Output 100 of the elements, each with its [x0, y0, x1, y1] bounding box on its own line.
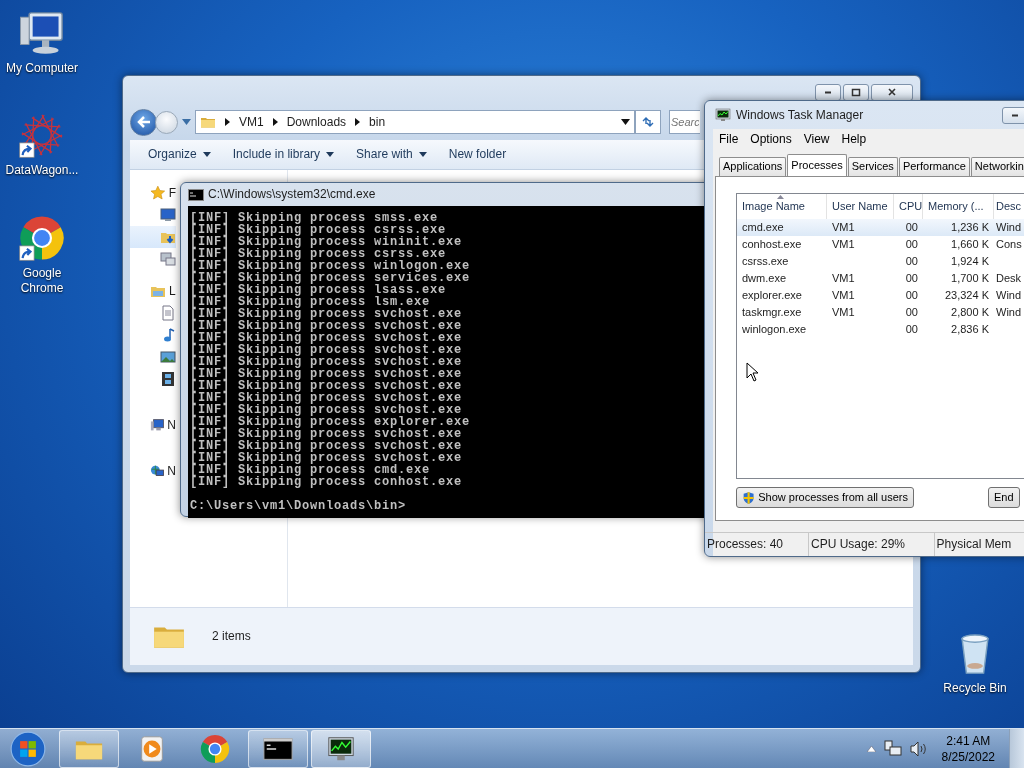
console-line: [INF] Skipping process svchost.exe: [190, 380, 463, 392]
table-cell-text: 1,924 K: [950, 253, 990, 269]
back-button[interactable]: [130, 108, 157, 136]
table-cell-text: Wind: [995, 287, 1023, 303]
console-line: [INF] Skipping process svchost.exe: [190, 452, 463, 464]
close-icon: [886, 87, 898, 97]
table-cell[interactable]: conhost.exe: [737, 236, 827, 253]
menu-item[interactable]: Help: [835, 131, 873, 147]
tab[interactable]: Processes: [787, 154, 847, 176]
starburst-icon[interactable]: [19, 112, 65, 158]
status-text: CPU Usage: 29%: [808, 533, 935, 556]
minimize-button[interactable]: [1002, 106, 1024, 124]
clock-date: 8/25/2022: [941, 748, 995, 765]
tab[interactable]: Networkin: [970, 157, 1024, 176]
dialog-button[interactable]: End: [988, 487, 1020, 508]
window-title: Windows Task Manager: [736, 107, 864, 123]
item-count: 2 items: [212, 629, 251, 644]
back-arrow-icon: [135, 115, 152, 129]
table-cell: Wind: [994, 219, 1024, 236]
icon-label[interactable]: DataWagon...: [5, 163, 79, 178]
picture-icon[interactable]: [160, 349, 176, 365]
breadcrumb-arrow-icon[interactable]: [225, 118, 230, 126]
toolbar-button[interactable]: Share with: [356, 145, 427, 164]
browser-icon[interactable]: [19, 215, 65, 261]
console-line: [INF] Skipping process svchost.exe: [190, 308, 463, 320]
nav-item[interactable]: N: [130, 460, 176, 482]
taskbar-button[interactable]: [248, 729, 308, 768]
console-line: [INF] Skipping process csrss.exe: [190, 224, 447, 236]
film-icon[interactable]: [160, 371, 176, 387]
table-cell-text: VM1: [831, 304, 856, 320]
tab[interactable]: Services: [847, 157, 898, 176]
menu-item[interactable]: File: [713, 131, 745, 147]
monitor-graph-icon: [715, 108, 731, 122]
volume-icon[interactable]: [909, 740, 928, 757]
breadcrumb-arrow-icon[interactable]: [355, 118, 361, 126]
tab[interactable]: Applications: [719, 157, 787, 176]
breadcrumb-arrow-icon[interactable]: [272, 118, 278, 126]
network-icon[interactable]: [150, 463, 165, 479]
table-cell[interactable]: cmd.exe: [737, 219, 827, 236]
table-cell: 00: [894, 219, 923, 236]
table-cell[interactable]: dwm.exe: [737, 270, 827, 287]
minimize-button[interactable]: [815, 83, 841, 101]
computer-icon[interactable]: [150, 417, 165, 433]
star-icon[interactable]: [150, 185, 166, 201]
nav-label[interactable]: N: [167, 417, 176, 433]
table-cell-text: 00: [904, 321, 919, 337]
monitor-icon[interactable]: [19, 10, 65, 56]
icon-label[interactable]: My Computer: [6, 61, 78, 76]
console-line: [INF] Skipping process svchost.exe: [190, 404, 463, 416]
console-line: [INF] Skipping process lsm.exe: [190, 296, 431, 308]
address-bar[interactable]: VM1 Downloads bin: [195, 110, 635, 134]
document-icon[interactable]: [160, 305, 176, 321]
nav-label[interactable]: F: [168, 185, 176, 201]
caret-icon[interactable]: [621, 119, 630, 125]
refresh-icon: [641, 116, 655, 128]
maximize-button[interactable]: [843, 83, 869, 101]
table-cell[interactable]: winlogon.exe: [737, 321, 827, 338]
menu-item[interactable]: Options: [744, 131, 798, 147]
icon-label[interactable]: Recycle Bin: [943, 681, 1007, 696]
table-cell-text: 23,324 K: [943, 287, 990, 303]
nav-item[interactable]: N: [130, 414, 176, 436]
command-prompt[interactable]: C:\Users\vm1\Downloads\bin>: [190, 500, 407, 512]
refresh-button[interactable]: [635, 110, 661, 134]
console-line: [INF] Skipping process svchost.exe: [190, 344, 463, 356]
toolbar-button[interactable]: Include in library: [232, 145, 335, 164]
menu-item[interactable]: View: [797, 131, 836, 147]
table-cell-text: 00: [904, 253, 919, 269]
table-cell-text: 00: [904, 236, 919, 252]
taskbar-button[interactable]: [311, 729, 371, 768]
console-line: [INF] Skipping process explorer.exe: [190, 416, 471, 428]
table-cell[interactable]: csrss.exe: [737, 253, 827, 270]
table-cell-text: VM1: [831, 287, 856, 303]
breadcrumb-link[interactable]: bin: [369, 114, 386, 130]
browser-icon: [200, 733, 230, 764]
search-field[interactable]: Searc: [669, 110, 700, 134]
breadcrumb-link[interactable]: Downloads: [286, 114, 347, 130]
icon-label[interactable]: Google Chrome: [0, 266, 84, 296]
table-cell-text: 1,700 K: [950, 270, 990, 286]
dialog-button[interactable]: Show processes from all users: [736, 487, 914, 508]
tab[interactable]: Performance: [898, 157, 970, 176]
clock-button[interactable]: 2:41 AM 8/25/2022: [935, 732, 1001, 765]
tray-arrow-icon[interactable]: [866, 745, 876, 752]
close-button[interactable]: [871, 83, 913, 101]
computer-icon[interactable]: [160, 251, 176, 267]
table-cell-text: Wind: [995, 304, 1023, 320]
table-cell: 1,236 K: [923, 219, 994, 236]
breadcrumb-link[interactable]: VM1: [239, 114, 264, 130]
window-title: C:\Windows\system32\cmd.exe: [208, 187, 376, 202]
nav-item[interactable]: F: [130, 182, 176, 204]
nav-label[interactable]: L: [169, 283, 176, 299]
console-line: [INF] Skipping process svchost.exe: [190, 392, 463, 404]
console-line: [INF] Skipping process svchost.exe: [190, 440, 463, 452]
screen-icon[interactable]: [160, 207, 176, 223]
toolbar-button[interactable]: New folder: [448, 145, 507, 164]
table-cell[interactable]: explorer.exe: [737, 287, 827, 304]
toolbar-button[interactable]: Organize: [148, 145, 211, 164]
network-icon[interactable]: [883, 739, 902, 758]
nav-label[interactable]: N: [167, 463, 176, 479]
table-cell[interactable]: taskmgr.exe: [737, 304, 827, 321]
nav-item[interactable]: L: [130, 280, 176, 302]
